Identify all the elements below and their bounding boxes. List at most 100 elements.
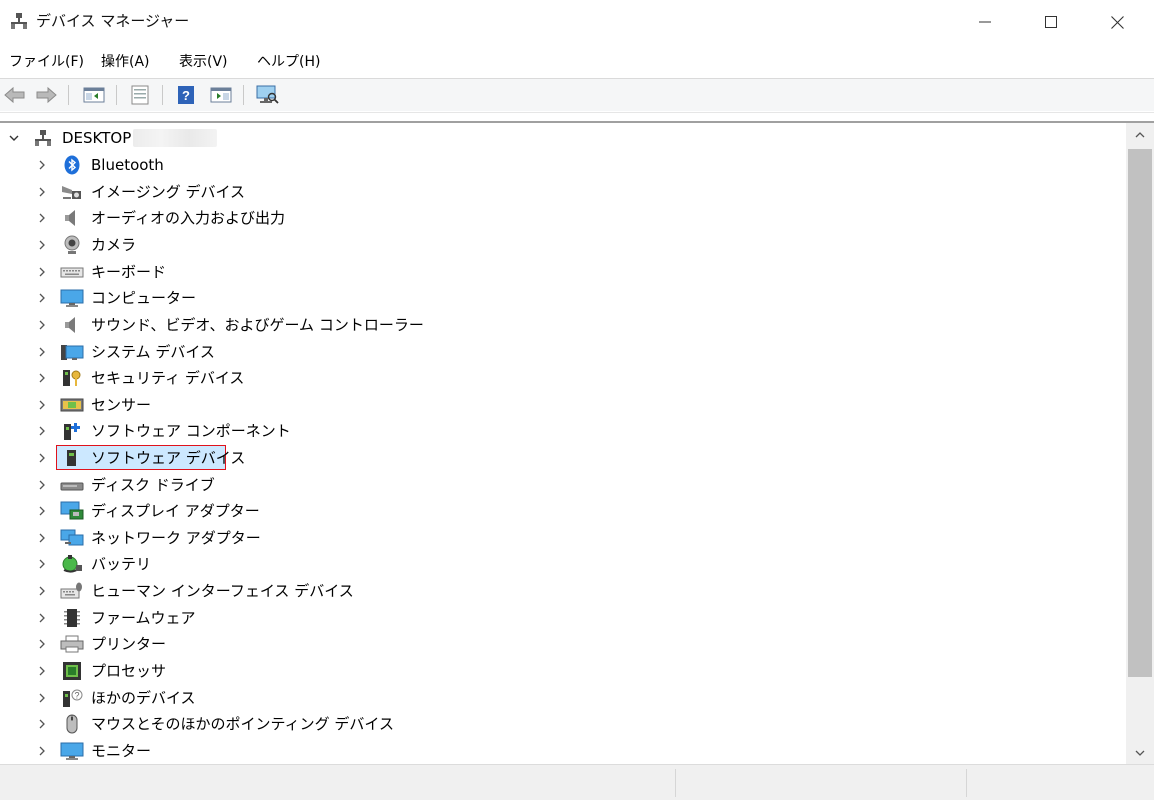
monitor-icon	[60, 288, 84, 308]
menu-view[interactable]: 表示(V)	[179, 52, 228, 72]
chevron-right-icon[interactable]	[34, 343, 50, 361]
vertical-scrollbar[interactable]	[1126, 123, 1154, 764]
chevron-right-icon[interactable]	[34, 369, 50, 387]
tree-item-sensors[interactable]: センサー	[0, 392, 1126, 418]
tree-item-security-devices[interactable]: セキュリティ デバイス	[0, 365, 1126, 391]
chevron-right-icon[interactable]	[34, 209, 50, 227]
action-pane-button[interactable]	[209, 84, 233, 106]
tree-item-system-devices[interactable]: システム デバイス	[0, 339, 1126, 365]
scroll-down-button[interactable]	[1126, 742, 1154, 764]
close-button[interactable]	[1088, 0, 1146, 44]
tree-item-label: ほかのデバイス	[91, 689, 196, 707]
tree-item-software-components[interactable]: ソフトウェア コンポーネント	[0, 418, 1126, 444]
tree-item-bluetooth[interactable]: Bluetooth	[0, 152, 1126, 178]
expand-chevron-down-icon[interactable]	[6, 129, 22, 147]
tree-item-batteries[interactable]: バッテリ	[0, 551, 1126, 577]
tree-item-computer[interactable]: コンピューター	[0, 285, 1126, 311]
chevron-right-icon[interactable]	[34, 742, 50, 760]
show-hide-console-tree-button[interactable]	[82, 84, 106, 106]
chevron-right-icon[interactable]	[34, 609, 50, 627]
tree-item-human-interface-devices[interactable]: ヒューマン インターフェイス デバイス	[0, 578, 1126, 604]
forward-button[interactable]	[34, 84, 58, 106]
tree-item-network-adapters[interactable]: ネットワーク アダプター	[0, 525, 1126, 551]
tree-item-display-adapters[interactable]: ディスプレイ アダプター	[0, 498, 1126, 524]
tree-item-label: セキュリティ デバイス	[91, 369, 245, 387]
toolbar-divider	[0, 112, 1154, 113]
software-component-icon	[62, 421, 82, 441]
chevron-right-icon[interactable]	[34, 529, 50, 547]
speaker-icon	[62, 315, 82, 335]
tree-item-label: ソフトウェア コンポーネント	[91, 422, 291, 440]
chevron-right-icon[interactable]	[34, 502, 50, 520]
tree-item-label: キーボード	[91, 263, 167, 281]
scan-hardware-button[interactable]	[255, 84, 279, 106]
printer-icon	[60, 634, 84, 654]
tree-item-disk-drives[interactable]: ディスク ドライブ	[0, 472, 1126, 498]
chevron-right-icon[interactable]	[34, 156, 50, 174]
tree-item-imaging-devices[interactable]: イメージング デバイス	[0, 179, 1126, 205]
tree-item-label: コンピューター	[91, 289, 197, 307]
chevron-right-icon[interactable]	[34, 449, 50, 467]
chevron-right-icon[interactable]	[34, 635, 50, 653]
tree-item-audio-inputs-outputs[interactable]: オーディオの入力および出力	[0, 205, 1126, 231]
status-divider	[675, 769, 676, 797]
help-button[interactable]: ?	[174, 84, 198, 106]
chevron-right-icon[interactable]	[34, 476, 50, 494]
tree-item-sound-video-game-controllers[interactable]: サウンド、ビデオ、およびゲーム コントローラー	[0, 312, 1126, 338]
tree-item-printers[interactable]: プリンター	[0, 631, 1126, 657]
tree-item-label: ソフトウェア デバイス	[91, 449, 246, 467]
tree-item-processors[interactable]: プロセッサ	[0, 658, 1126, 684]
help-icon: ?	[178, 86, 194, 104]
action-pane-icon	[210, 87, 232, 103]
chevron-right-icon[interactable]	[34, 396, 50, 414]
chevron-right-icon[interactable]	[34, 555, 50, 573]
window-title: デバイス マネージャー	[36, 12, 190, 30]
menu-file[interactable]: ファイル(F)	[9, 52, 84, 72]
chevron-right-icon[interactable]	[34, 236, 50, 254]
scroll-up-button[interactable]	[1126, 123, 1154, 145]
computer-network-icon	[33, 128, 53, 148]
chevron-right-icon[interactable]	[34, 422, 50, 440]
tree-item-label: イメージング デバイス	[91, 183, 246, 201]
chevron-down-icon	[1135, 750, 1145, 756]
minimize-button[interactable]	[956, 0, 1014, 44]
menu-help[interactable]: ヘルプ(H)	[257, 52, 320, 72]
tree-item-label: ヒューマン インターフェイス デバイス	[91, 582, 354, 600]
status-bar	[0, 764, 1154, 800]
toolbar-separator	[162, 85, 163, 105]
tree-item-other-devices[interactable]: ? ほかのデバイス	[0, 685, 1126, 711]
tree-item-keyboards[interactable]: キーボード	[0, 259, 1126, 285]
chevron-right-icon[interactable]	[34, 689, 50, 707]
chevron-right-icon[interactable]	[34, 289, 50, 307]
tree-item-label: センサー	[91, 396, 152, 414]
chevron-right-icon[interactable]	[34, 662, 50, 680]
tree-item-label: ディスク ドライブ	[91, 476, 215, 494]
chevron-right-icon[interactable]	[34, 582, 50, 600]
chevron-right-icon[interactable]	[34, 263, 50, 281]
tree-item-firmware[interactable]: ファームウェア	[0, 605, 1126, 631]
tree-root[interactable]: DESKTOP	[0, 125, 1126, 151]
tree-item-software-devices[interactable]: ソフトウェア デバイス	[0, 445, 1126, 471]
system-device-icon	[60, 342, 84, 362]
scrollbar-thumb[interactable]	[1128, 149, 1152, 677]
webcam-icon	[62, 235, 82, 255]
back-button[interactable]	[3, 84, 27, 106]
other-device-icon: ?	[62, 688, 83, 708]
chevron-right-icon[interactable]	[34, 715, 50, 733]
minimize-icon	[979, 21, 991, 23]
close-icon	[1110, 15, 1124, 29]
tree-item-label: システム デバイス	[91, 343, 215, 361]
scan-hardware-icon	[256, 85, 279, 104]
tree-item-monitors[interactable]: モニター	[0, 738, 1126, 764]
monitor-icon	[60, 741, 84, 761]
chevron-right-icon[interactable]	[34, 316, 50, 334]
maximize-button[interactable]	[1022, 0, 1080, 44]
menu-action[interactable]: 操作(A)	[101, 52, 150, 72]
tree-item-label: プリンター	[91, 635, 167, 653]
properties-button[interactable]	[128, 84, 152, 106]
tree-item-mice[interactable]: マウスとそのほかのポインティング デバイス	[0, 711, 1126, 737]
tree-item-cameras[interactable]: カメラ	[0, 232, 1126, 258]
chevron-right-icon[interactable]	[34, 183, 50, 201]
forward-arrow-icon	[36, 86, 57, 104]
disk-drive-icon	[60, 475, 84, 495]
